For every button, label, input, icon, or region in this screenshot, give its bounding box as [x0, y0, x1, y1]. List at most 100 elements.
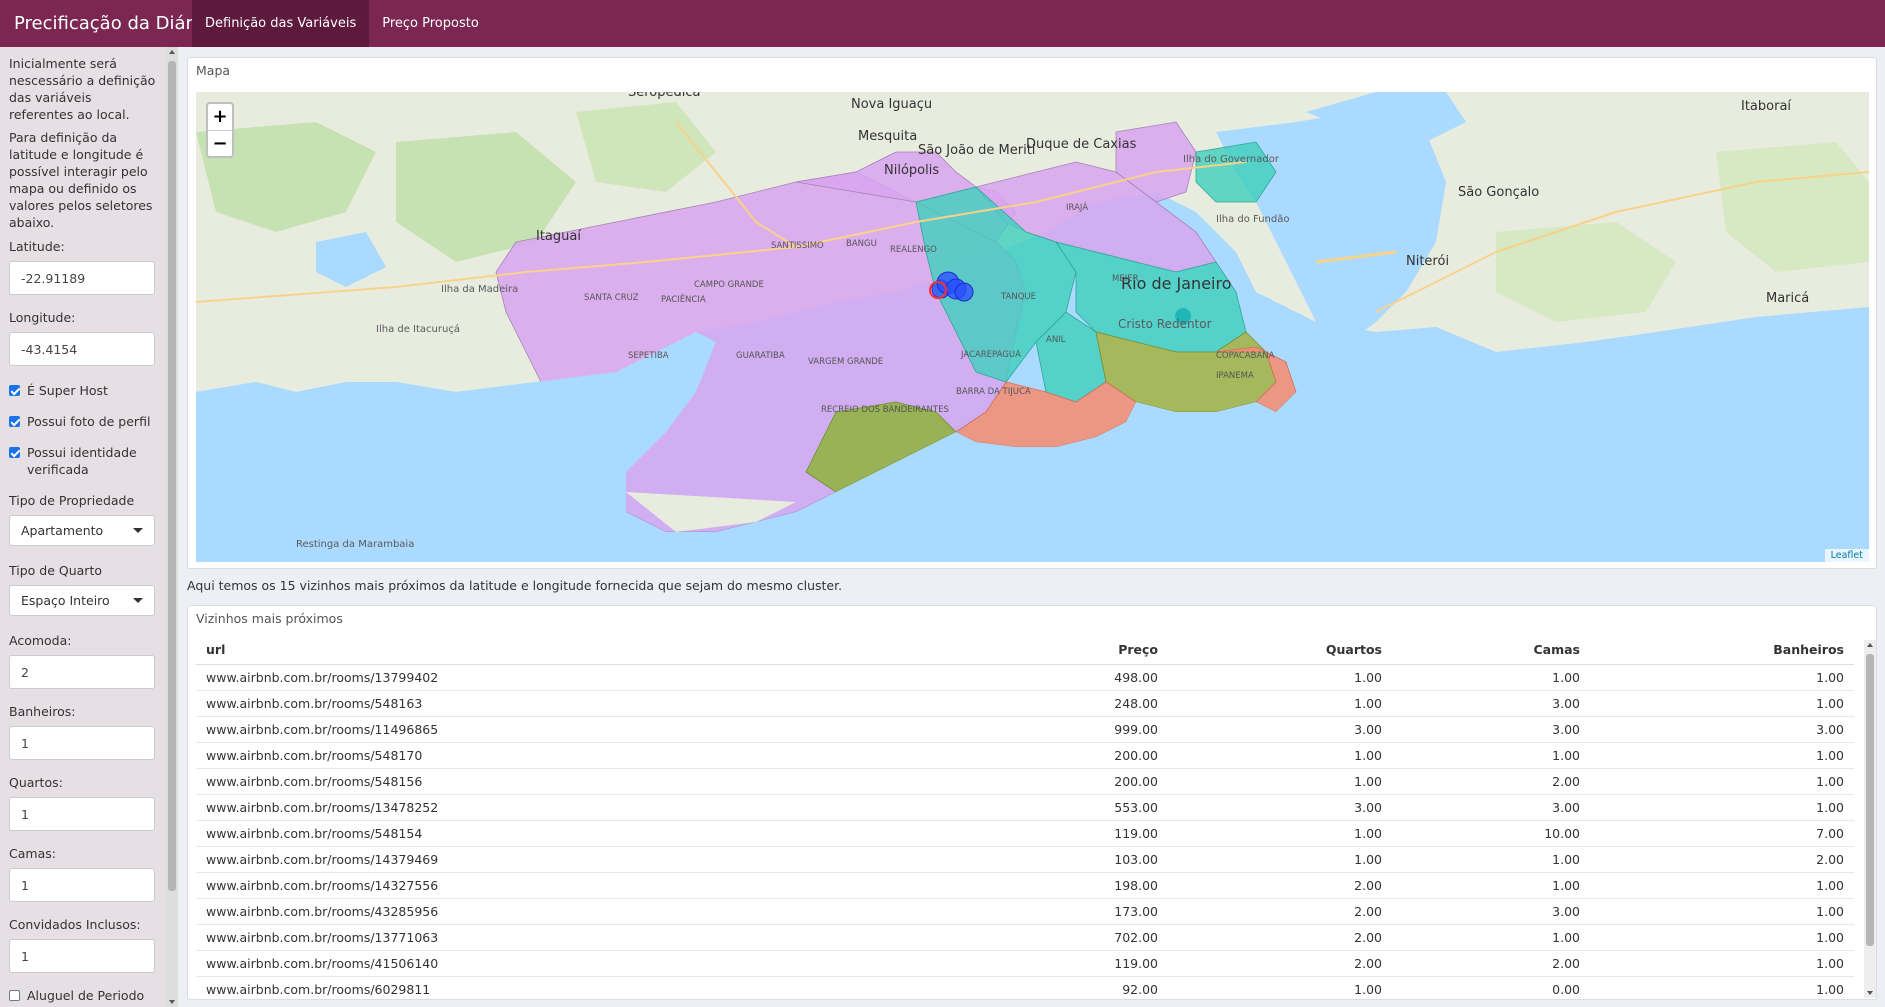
bathrooms-label: Banheiros: [9, 704, 76, 719]
map-label-santissimo: SANTISSIMO [771, 241, 824, 251]
zoom-in-button[interactable]: + [208, 104, 232, 130]
longitude-input[interactable] [9, 332, 155, 366]
column-header-banheiros[interactable]: Banheiros [1590, 636, 1854, 665]
identity-verified-checkbox[interactable]: Possui identidade verificada [9, 444, 157, 478]
table-row: www.airbnb.com.br/rooms/14379469 103.00 1.… [196, 846, 1854, 873]
sidebar-scrollbar[interactable] [166, 47, 178, 1007]
table-row: www.airbnb.com.br/rooms/41506140 119.00 2.… [196, 950, 1854, 977]
scroll-down-icon[interactable] [169, 1000, 175, 1004]
cell-quartos: 1.00 [1168, 976, 1392, 998]
map-label-nova-iguacu: Nova Iguaçu [851, 97, 932, 112]
table-scroll-thumb[interactable] [1866, 654, 1874, 946]
cell-preco: 999.00 [996, 716, 1168, 743]
map-label-ilha-fundao: Ilha do Fundão [1216, 214, 1290, 225]
cell-quartos: 1.00 [1168, 690, 1392, 717]
caret-down-icon [133, 598, 143, 603]
map-label-campo-grande: CAMPO GRANDE [694, 280, 764, 290]
map-label-jacarepagua: JACAREPAGUÁ [960, 348, 1021, 360]
accommodates-label: Acomoda: [9, 633, 72, 648]
cell-banheiros: 2.00 [1590, 846, 1854, 873]
cell-preco: 173.00 [996, 898, 1168, 925]
latitude-input[interactable] [9, 261, 155, 295]
super-host-checkbox[interactable]: É Super Host [9, 382, 157, 399]
checkbox-checked-icon[interactable] [9, 447, 20, 458]
cell-banheiros: 1.00 [1590, 664, 1854, 691]
cell-quartos: 3.00 [1168, 794, 1392, 821]
room-type-select[interactable]: Espaço Inteiro [9, 585, 155, 616]
scroll-up-icon[interactable] [169, 50, 175, 54]
cell-banheiros: 1.00 [1590, 872, 1854, 899]
guests-label: Convidados Inclusos: [9, 917, 141, 932]
map-label-sepetiba: SEPETIBA [628, 351, 669, 361]
leaflet-map[interactable]: Rio de Janeiro Nova Iguaçu São João de M… [196, 92, 1869, 562]
profile-photo-label: Possui foto de perfil [27, 414, 151, 429]
map-label-ilha-madeira: Ilha da Madeira [441, 284, 518, 295]
table-scrollbar[interactable] [1864, 640, 1876, 998]
map-label-ilha-governador: Ilha do Governador [1183, 154, 1280, 165]
column-header-preco[interactable]: Preço [996, 636, 1168, 665]
column-header-camas[interactable]: Camas [1392, 636, 1590, 665]
identity-verified-label: Possui identidade verificada [27, 445, 137, 477]
guests-input[interactable] [9, 939, 155, 973]
bathrooms-input[interactable] [9, 726, 155, 760]
table-row: www.airbnb.com.br/rooms/548156 200.00 1.00… [196, 768, 1854, 795]
property-type-value: Apartamento [21, 523, 104, 538]
bedrooms-label: Quartos: [9, 775, 63, 790]
sidebar-scroll-thumb[interactable] [168, 61, 176, 891]
cell-camas: 2.00 [1392, 950, 1590, 977]
cell-camas: 1.00 [1392, 924, 1590, 951]
checkbox-unchecked-icon[interactable] [9, 990, 20, 1001]
cell-banheiros: 1.00 [1590, 898, 1854, 925]
column-header-url[interactable]: url [196, 636, 996, 665]
table-row: www.airbnb.com.br/rooms/548170 200.00 1.00… [196, 742, 1854, 769]
tab-definicao-variaveis[interactable]: Definição das Variáveis [192, 0, 370, 47]
column-header-quartos[interactable]: Quartos [1168, 636, 1392, 665]
cell-url: www.airbnb.com.br/rooms/13771063 [196, 924, 996, 951]
cell-preco: 119.00 [996, 950, 1168, 977]
map-label-paciencia: PACIÊNCIA [661, 293, 706, 305]
cell-quartos: 1.00 [1168, 846, 1392, 873]
marker-circle[interactable] [954, 282, 974, 302]
profile-photo-checkbox[interactable]: Possui foto de perfil [9, 413, 157, 430]
beds-input[interactable] [9, 868, 155, 902]
map-label-duque: Duque de Caxias [1026, 137, 1137, 152]
map-label-barra: BARRA DA TIJUCA [956, 387, 1031, 397]
map-canvas[interactable]: Rio de Janeiro Nova Iguaçu São João de M… [196, 92, 1869, 562]
zoom-out-button[interactable]: − [208, 130, 232, 156]
map-attribution-link[interactable]: Leaflet [1824, 549, 1869, 562]
map-panel-title: Mapa [196, 62, 231, 78]
cell-quartos: 2.00 [1168, 872, 1392, 899]
accommodates-input[interactable] [9, 655, 155, 689]
cell-quartos: 2.00 [1168, 924, 1392, 951]
cell-quartos: 2.00 [1168, 950, 1392, 977]
scroll-down-icon[interactable] [1867, 991, 1873, 995]
caret-down-icon [133, 528, 143, 533]
cell-quartos: 1.00 [1168, 742, 1392, 769]
intro-text-1: Inicialmente será nescessário a definiçã… [9, 56, 156, 122]
super-host-label: É Super Host [27, 383, 108, 398]
property-type-select[interactable]: Apartamento [9, 515, 155, 546]
cell-banheiros: 1.00 [1590, 690, 1854, 717]
cell-banheiros: 1.00 [1590, 924, 1854, 951]
neighbors-panel-title: Vizinhos mais próximos [196, 610, 343, 626]
checkbox-checked-icon[interactable] [9, 385, 20, 396]
cell-url: www.airbnb.com.br/rooms/43285956 [196, 898, 996, 925]
map-label-sao-joao: São João de Meriti [918, 143, 1035, 158]
table-row: www.airbnb.com.br/rooms/548154 119.00 1.00… [196, 820, 1854, 847]
cell-preco: 198.00 [996, 872, 1168, 899]
room-type-label: Tipo de Quarto [9, 563, 102, 578]
long-rent-label: Aluguel de Periodo Longo [27, 988, 145, 1007]
long-rent-checkbox[interactable]: Aluguel de Periodo Longo [9, 987, 157, 1007]
bedrooms-input[interactable] [9, 797, 155, 831]
map-label-marica: Maricá [1766, 291, 1809, 306]
table-row: www.airbnb.com.br/rooms/14327556 198.00 2.… [196, 872, 1854, 899]
cell-url: www.airbnb.com.br/rooms/14327556 [196, 872, 996, 899]
tab-preco-proposto[interactable]: Preço Proposto [369, 0, 492, 47]
cell-url: www.airbnb.com.br/rooms/548170 [196, 742, 996, 769]
checkbox-checked-icon[interactable] [9, 416, 20, 427]
cell-banheiros: 1.00 [1590, 794, 1854, 821]
cell-camas: 1.00 [1392, 872, 1590, 899]
table-row: www.airbnb.com.br/rooms/13771063 702.00 2.… [196, 924, 1854, 951]
map-label-seropedica: Seropédica [628, 92, 701, 100]
scroll-up-icon[interactable] [1867, 643, 1873, 647]
